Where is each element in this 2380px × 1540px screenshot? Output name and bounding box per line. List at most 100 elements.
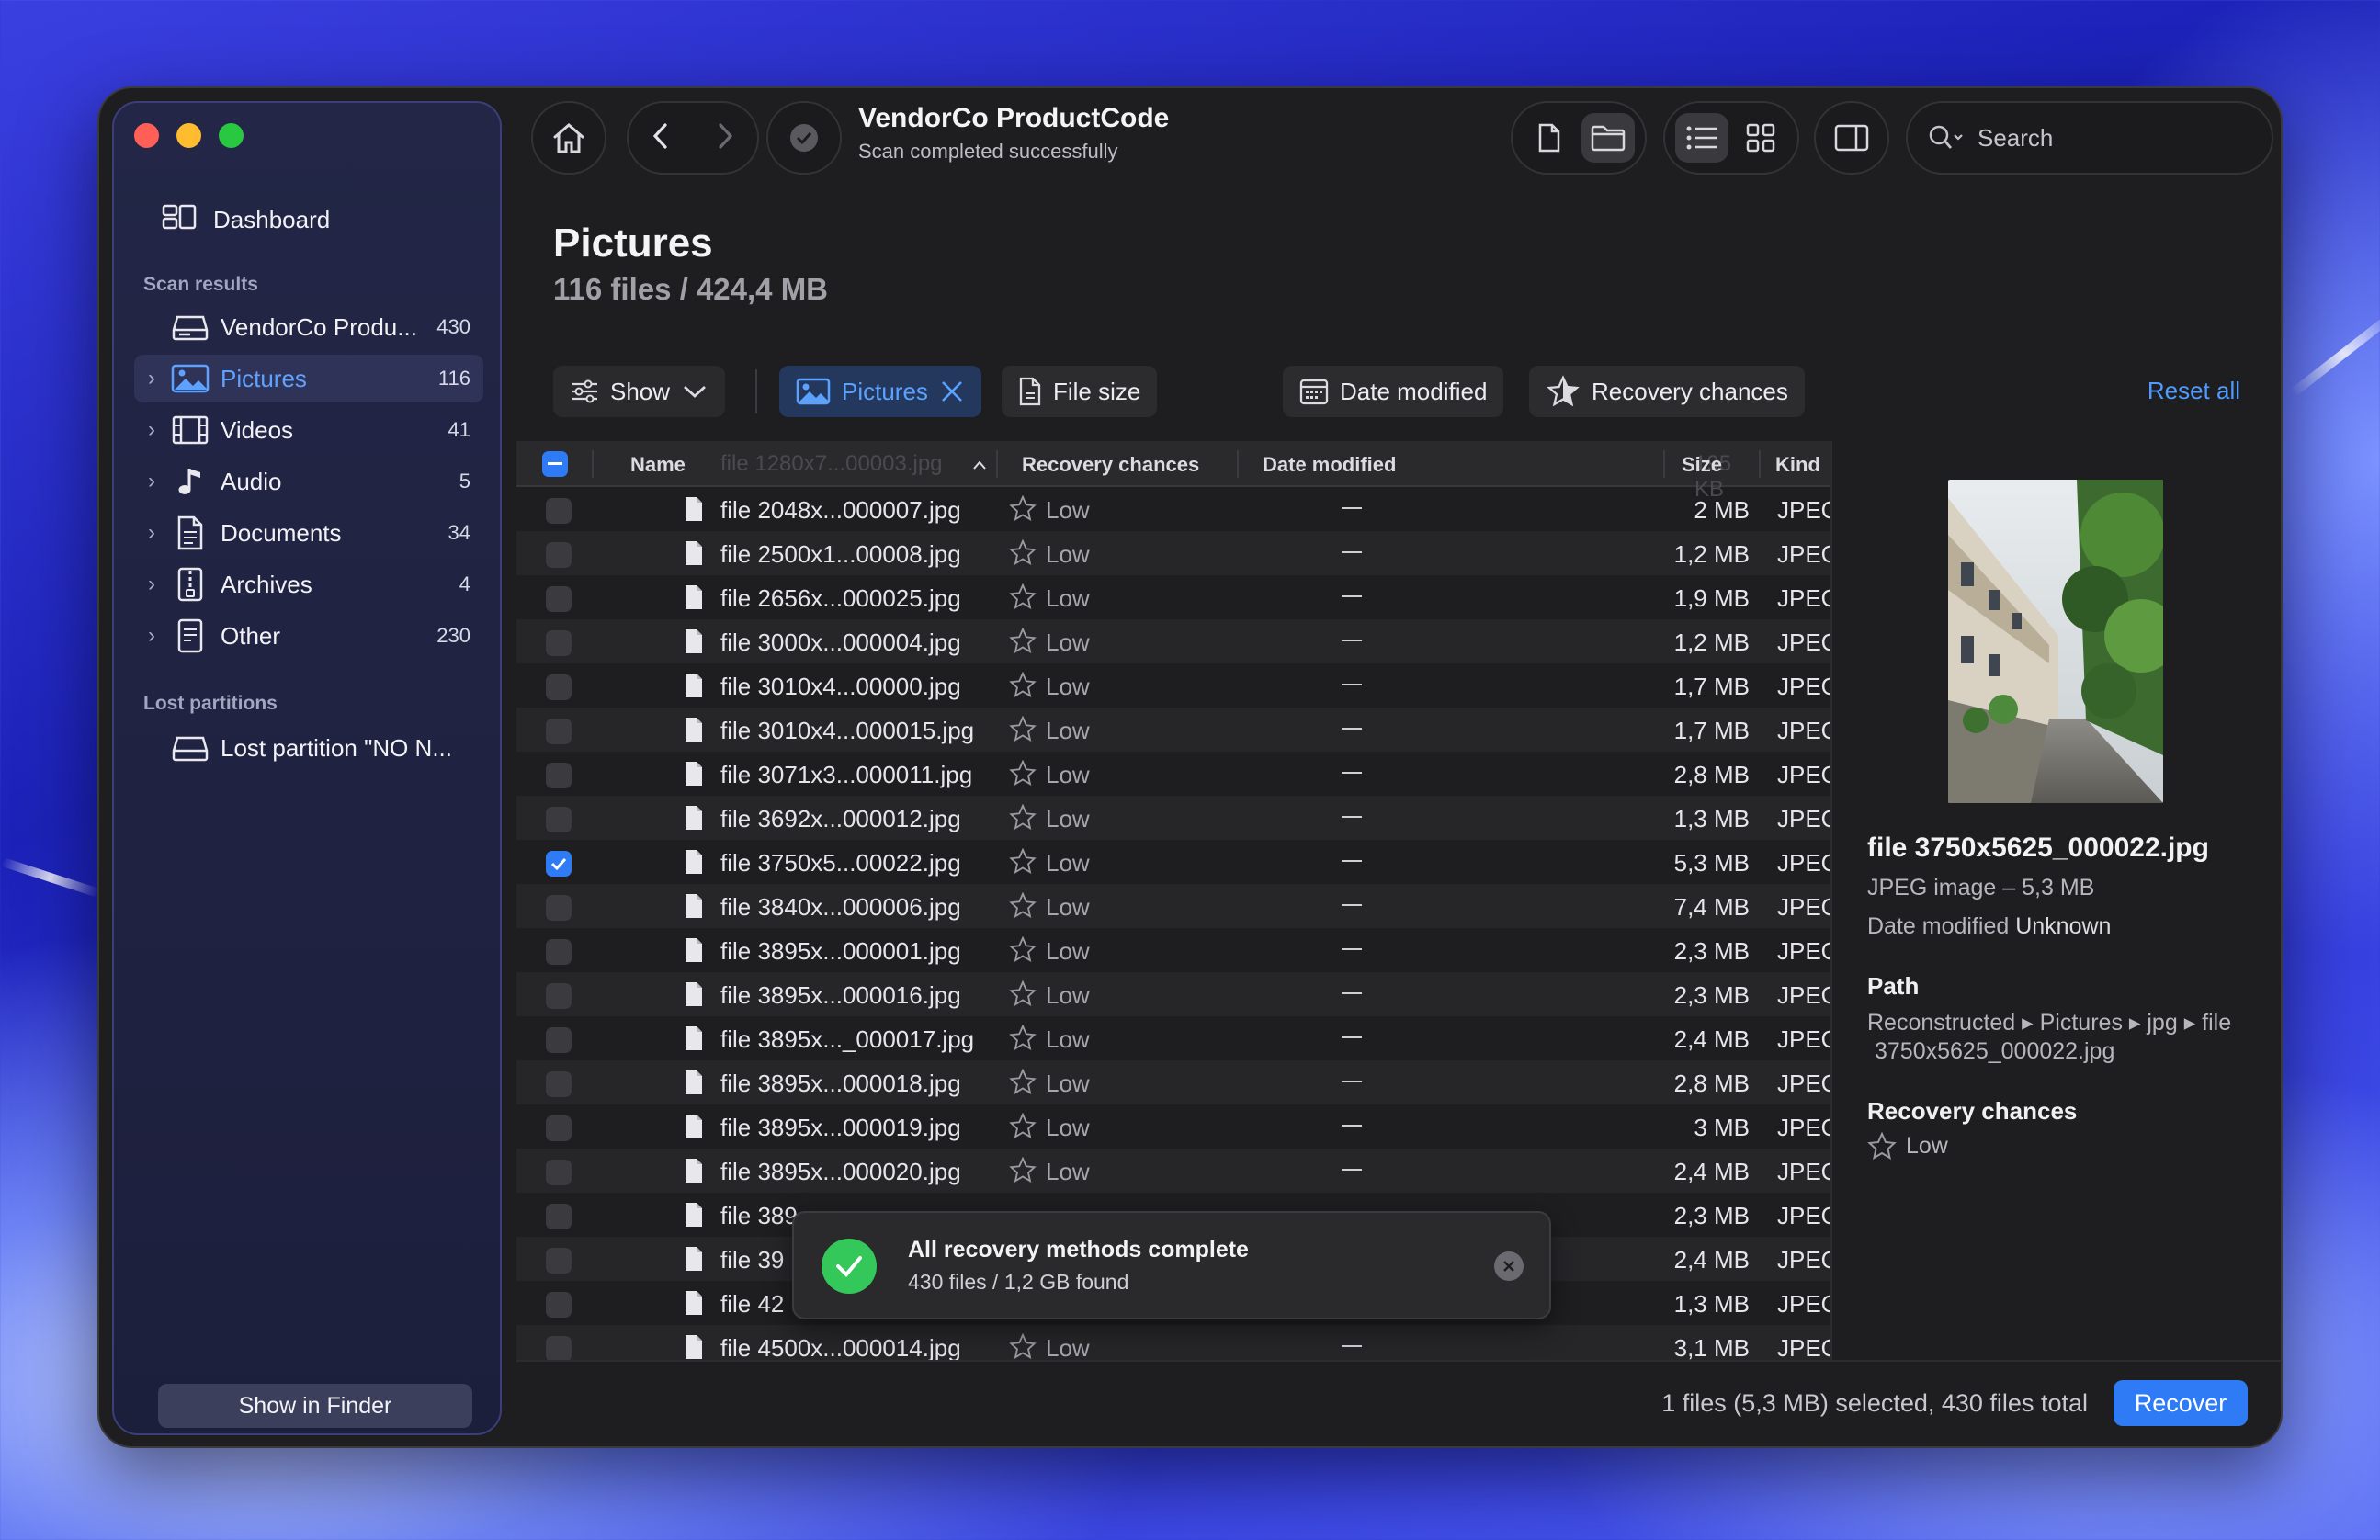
show-filter-dropdown[interactable]: Show bbox=[553, 366, 726, 417]
wallpaper-streak bbox=[1, 857, 100, 898]
folder-view-button[interactable] bbox=[1581, 113, 1635, 163]
column-header-recovery[interactable]: Recovery chances bbox=[1022, 453, 1199, 477]
minimize-window-button[interactable] bbox=[176, 123, 201, 148]
date-empty-dash bbox=[1342, 1125, 1362, 1127]
file-size: 2,8 MB bbox=[1673, 1070, 1750, 1097]
row-checkbox[interactable] bbox=[546, 1027, 572, 1053]
table-row[interactable]: file 3000x...000004.jpg Low 1,2 MB JPEG bbox=[516, 619, 1830, 663]
sidebar-item-pictures[interactable]: › Pictures 116 bbox=[134, 355, 483, 402]
table-row[interactable]: file 3010x4...000015.jpg Low 1,7 MB JPEG bbox=[516, 708, 1830, 752]
row-checkbox[interactable] bbox=[546, 807, 572, 832]
chevron-right-icon[interactable]: › bbox=[140, 623, 164, 649]
chevron-right-icon[interactable]: › bbox=[140, 469, 164, 494]
recover-button[interactable]: Recover bbox=[2114, 1380, 2248, 1426]
file-name: file 3840x...000006.jpg bbox=[720, 893, 961, 921]
sidebar-item-videos[interactable]: › Videos 41 bbox=[134, 406, 483, 454]
sidebar-item-lost-partition[interactable]: Lost partition "NO N... bbox=[134, 724, 483, 772]
sidebar-item-audio[interactable]: › Audio 5 bbox=[134, 458, 483, 505]
date-empty-dash bbox=[1342, 904, 1362, 906]
chevron-right-icon[interactable]: › bbox=[140, 366, 164, 391]
row-checkbox[interactable] bbox=[546, 630, 572, 656]
table-row[interactable]: file 3895x...000020.jpg Low 2,4 MB JPEG bbox=[516, 1149, 1830, 1193]
sidebar-item-vendorco[interactable]: VendorCo Produ... 430 bbox=[134, 303, 483, 351]
row-checkbox[interactable] bbox=[546, 1292, 572, 1318]
pictures-filter-chip[interactable]: Pictures bbox=[779, 366, 981, 417]
grid-view-button[interactable] bbox=[1734, 113, 1787, 163]
row-checkbox[interactable] bbox=[546, 1071, 572, 1097]
row-checkbox[interactable] bbox=[546, 1336, 572, 1360]
preview-panel-button[interactable] bbox=[1814, 101, 1889, 175]
table-row[interactable]: file 3895x...000019.jpg Low 3 MB JPEG bbox=[516, 1104, 1830, 1149]
reset-all-link[interactable]: Reset all bbox=[2148, 377, 2240, 405]
table-row[interactable]: file 3692x...000012.jpg Low 1,3 MB JPEG bbox=[516, 796, 1830, 840]
row-checkbox[interactable] bbox=[546, 895, 572, 921]
row-checkbox[interactable] bbox=[546, 719, 572, 744]
row-checkbox[interactable] bbox=[546, 1248, 572, 1274]
sidebar-item-other[interactable]: › Other 230 bbox=[134, 612, 483, 660]
row-checkbox[interactable] bbox=[546, 939, 572, 965]
wallpaper-streak bbox=[2289, 310, 2380, 398]
recovery-value: Low bbox=[1046, 1158, 1090, 1185]
star-icon bbox=[1009, 583, 1037, 609]
scan-status-button[interactable] bbox=[766, 101, 842, 175]
sliders-icon bbox=[572, 379, 597, 403]
column-header-kind[interactable]: Kind bbox=[1775, 453, 1820, 477]
table-row[interactable]: file 3071x3...000011.jpg Low 2,8 MB JPEG bbox=[516, 752, 1830, 796]
date-empty-dash bbox=[1342, 507, 1362, 509]
table-row[interactable]: file 2048x...000007.jpg Low 2 MB JPEG bbox=[516, 487, 1830, 531]
table-row[interactable]: file 3895x...000001.jpg Low 2,3 MB JPEG bbox=[516, 928, 1830, 972]
row-checkbox[interactable] bbox=[546, 851, 572, 877]
show-in-finder-button[interactable]: Show in Finder bbox=[158, 1384, 472, 1428]
sort-ascending-icon[interactable] bbox=[972, 459, 987, 470]
column-header-size[interactable]: Size bbox=[1682, 453, 1722, 477]
table-row[interactable]: file 3840x...000006.jpg Low 7,4 MB JPEG bbox=[516, 884, 1830, 928]
file-kind: JPEG bbox=[1777, 1114, 1830, 1141]
close-icon[interactable] bbox=[939, 379, 965, 404]
file-kind: JPEG bbox=[1777, 584, 1830, 612]
recovery-chances-filter-button[interactable]: Recovery chances bbox=[1529, 366, 1805, 417]
file-name: file 3895x...000020.jpg bbox=[720, 1158, 961, 1185]
column-header-name[interactable]: Name bbox=[630, 453, 686, 477]
table-row[interactable]: file 2500x1...00008.jpg Low 1,2 MB JPEG bbox=[516, 531, 1830, 575]
row-checkbox[interactable] bbox=[546, 983, 572, 1009]
close-window-button[interactable] bbox=[134, 123, 159, 148]
section-heading: Lost partitions bbox=[143, 693, 278, 714]
table-row[interactable]: file 2656x...000025.jpg Low 1,9 MB JPEG bbox=[516, 575, 1830, 619]
row-checkbox[interactable] bbox=[546, 542, 572, 568]
file-size-filter-button[interactable]: File size bbox=[1002, 366, 1158, 417]
file-size: 1,2 MB bbox=[1673, 540, 1750, 568]
file-view-button[interactable] bbox=[1523, 113, 1576, 163]
row-checkbox[interactable] bbox=[546, 1160, 572, 1185]
date-modified-filter-button[interactable]: Date modified bbox=[1283, 366, 1504, 417]
table-row[interactable]: file 4500x...000014.jpg Low 3,1 MB JPEG bbox=[516, 1325, 1830, 1360]
chevron-right-icon[interactable]: › bbox=[140, 520, 164, 546]
table-row[interactable]: file 3750x5...00022.jpg Low 5,3 MB JPEG bbox=[516, 840, 1830, 884]
search-input[interactable]: Search bbox=[1906, 101, 2273, 175]
toast-close-button[interactable] bbox=[1494, 1251, 1524, 1281]
row-checkbox[interactable] bbox=[546, 498, 572, 524]
table-row[interactable]: file 3895x..._000017.jpg Low 2,4 MB JPEG bbox=[516, 1016, 1830, 1060]
sidebar-item-documents[interactable]: › Documents 34 bbox=[134, 509, 483, 557]
back-button[interactable] bbox=[650, 121, 672, 155]
chevron-right-icon[interactable]: › bbox=[140, 572, 164, 597]
row-checkbox[interactable] bbox=[546, 763, 572, 788]
file-icon bbox=[686, 762, 702, 786]
home-button[interactable] bbox=[531, 101, 606, 175]
table-row[interactable]: file 3895x...000016.jpg Low 2,3 MB JPEG bbox=[516, 972, 1830, 1016]
chevron-right-icon[interactable]: › bbox=[140, 417, 164, 443]
table-row[interactable]: file 3010x4...00000.jpg Low 1,7 MB JPEG bbox=[516, 663, 1830, 708]
close-icon bbox=[1503, 1261, 1514, 1272]
table-row[interactable]: file 3895x...000018.jpg Low 2,8 MB JPEG bbox=[516, 1060, 1830, 1104]
sidebar-item-archives[interactable]: › Archives 4 bbox=[134, 561, 483, 608]
row-checkbox[interactable] bbox=[546, 1204, 572, 1229]
row-checkbox[interactable] bbox=[546, 1115, 572, 1141]
row-checkbox[interactable] bbox=[546, 586, 572, 612]
sidebar-item-dashboard[interactable]: Dashboard bbox=[162, 204, 330, 236]
row-checkbox[interactable] bbox=[546, 674, 572, 700]
list-view-button[interactable] bbox=[1675, 113, 1728, 163]
column-header-date[interactable]: Date modified bbox=[1263, 453, 1396, 477]
zoom-window-button[interactable] bbox=[219, 123, 244, 148]
details-date-value: Unknown bbox=[2015, 913, 2112, 939]
select-all-checkbox[interactable] bbox=[542, 451, 568, 477]
forward-button[interactable] bbox=[714, 121, 736, 155]
